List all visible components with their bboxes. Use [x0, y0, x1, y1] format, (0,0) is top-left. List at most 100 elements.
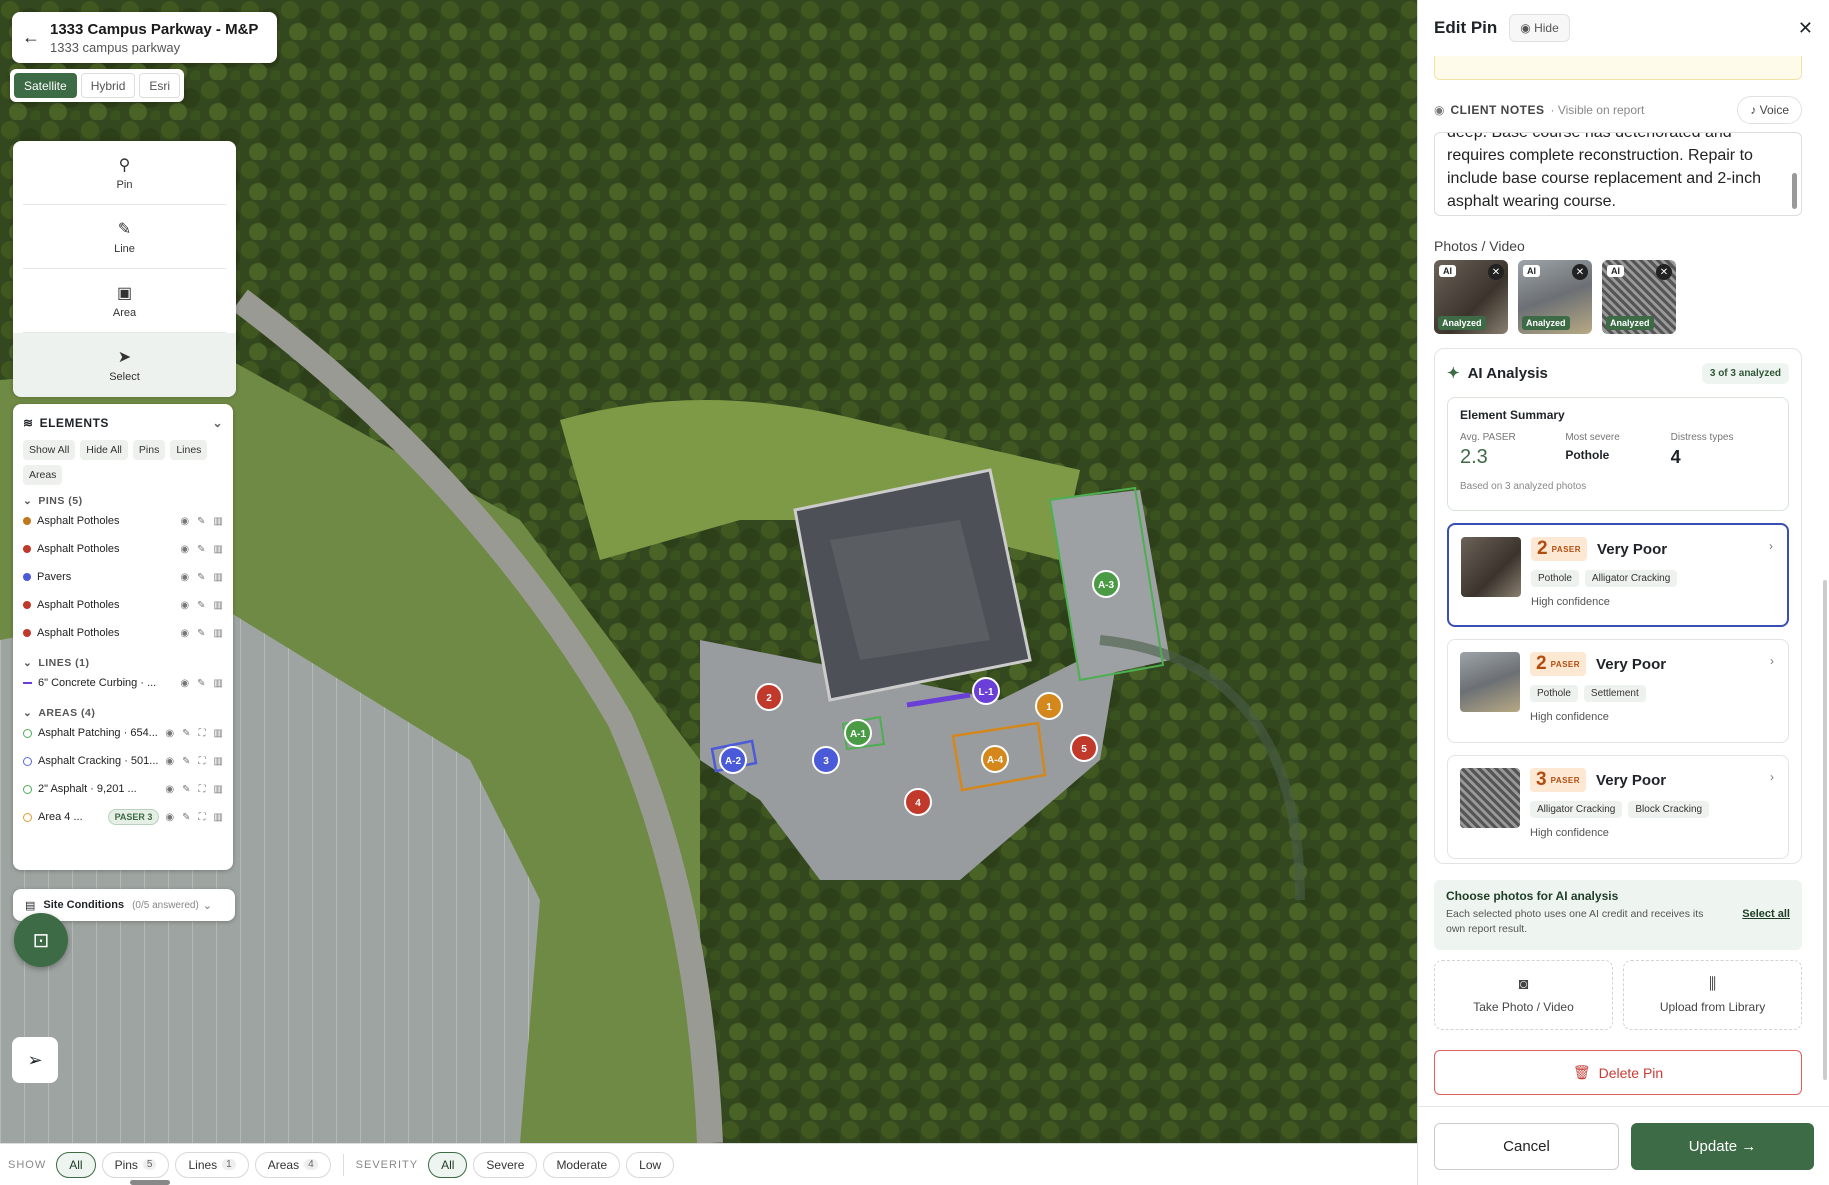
elements-header[interactable]: ≋ ELEMENTS ⌄: [23, 412, 223, 434]
map-type-hybrid[interactable]: Hybrid: [80, 73, 136, 98]
tool-area[interactable]: ▣ Area: [23, 269, 226, 333]
eye-icon[interactable]: ◉: [165, 756, 174, 767]
show-lines-chip[interactable]: Lines 1: [175, 1151, 249, 1178]
ai-assistant-button[interactable]: ⊡: [14, 913, 68, 967]
edit-icon[interactable]: ✎: [197, 572, 205, 583]
trash-icon[interactable]: ▥: [214, 600, 223, 611]
remove-photo-icon[interactable]: ✕: [1572, 264, 1588, 280]
show-all-chip[interactable]: All: [56, 1151, 96, 1178]
locate-button[interactable]: ➢: [12, 1037, 58, 1083]
trash-icon[interactable]: ▥: [214, 728, 223, 739]
map-marker[interactable]: A-4: [981, 745, 1009, 773]
cancel-button[interactable]: Cancel: [1434, 1123, 1619, 1170]
remove-photo-icon[interactable]: ✕: [1656, 264, 1672, 280]
photo-thumbnail[interactable]: AI ✕ Analyzed: [1434, 260, 1508, 334]
trash-icon[interactable]: ▥: [214, 516, 223, 527]
tool-line[interactable]: ✎ Line: [23, 205, 226, 269]
map-marker[interactable]: A-2: [719, 746, 747, 774]
filter-lines[interactable]: Lines: [170, 440, 208, 460]
eye-icon[interactable]: ◉: [180, 678, 189, 689]
photo-thumbnail[interactable]: AI ✕ Analyzed: [1518, 260, 1592, 334]
areas-group-header[interactable]: ⌄ AREAS (4): [23, 707, 223, 719]
line-item[interactable]: 6" Concrete Curbing · ... ◉ ✎ ▥: [23, 669, 223, 697]
pins-group-header[interactable]: ⌄ PINS (5): [23, 495, 223, 507]
voice-button[interactable]: ♪ Voice: [1737, 96, 1802, 124]
trash-icon[interactable]: ▥: [214, 572, 223, 583]
filter-show-all[interactable]: Show All: [23, 440, 76, 460]
severity-severe-chip[interactable]: Severe: [473, 1151, 538, 1178]
close-icon[interactable]: ✕: [1798, 18, 1813, 39]
trash-icon[interactable]: ▥: [214, 784, 223, 795]
trash-icon[interactable]: ▥: [214, 756, 223, 767]
trash-icon[interactable]: ▥: [214, 678, 223, 689]
severity-low-chip[interactable]: Low: [626, 1151, 675, 1178]
remove-photo-icon[interactable]: ✕: [1488, 264, 1504, 280]
analysis-result-card[interactable]: 3 PASER Very Poor Alligator Cracking Block C…: [1447, 755, 1789, 859]
show-pins-chip[interactable]: Pins 5: [101, 1151, 170, 1178]
map-marker[interactable]: A-3: [1092, 570, 1120, 598]
upload-library-button[interactable]: ⫼ Upload from Library: [1623, 960, 1802, 1030]
area-item[interactable]: Asphalt Cracking · 501... ◉ ✎ ⛶ ▥: [23, 747, 223, 775]
ai-checkbox[interactable]: AI: [1607, 265, 1624, 277]
focus-icon[interactable]: ⛶: [199, 784, 206, 795]
area-item[interactable]: 2" Asphalt · 9,201 ... ◉ ✎ ⛶ ▥: [23, 775, 223, 803]
arrow-left-icon[interactable]: ←: [22, 27, 50, 48]
tool-pin[interactable]: ⚲ Pin: [23, 141, 226, 205]
eye-icon[interactable]: ◉: [180, 600, 189, 611]
analysis-result-card[interactable]: 2 PASER Very Poor Pothole Settlement High con…: [1447, 639, 1789, 743]
edit-icon[interactable]: ✎: [197, 600, 205, 611]
map-marker[interactable]: 5: [1070, 734, 1098, 762]
eye-icon[interactable]: ◉: [165, 812, 174, 823]
focus-icon[interactable]: ⛶: [199, 756, 206, 767]
horizontal-scrollbar[interactable]: [130, 1180, 170, 1185]
focus-icon[interactable]: ⛶: [199, 728, 206, 739]
chevron-down-icon[interactable]: ⌄: [212, 416, 223, 430]
edit-icon[interactable]: ✎: [197, 628, 205, 639]
edit-icon[interactable]: ✎: [182, 728, 190, 739]
edit-icon[interactable]: ✎: [197, 544, 205, 555]
trash-icon[interactable]: ▥: [214, 628, 223, 639]
tool-select[interactable]: ➤ Select: [13, 333, 236, 397]
map-type-satellite[interactable]: Satellite: [14, 73, 77, 98]
select-all-link[interactable]: Select all: [1742, 908, 1790, 920]
lines-group-header[interactable]: ⌄ LINES (1): [23, 657, 223, 669]
eye-icon[interactable]: ◉: [165, 728, 174, 739]
delete-pin-button[interactable]: 🗑 Delete Pin: [1434, 1050, 1802, 1095]
eye-icon[interactable]: ◉: [180, 572, 189, 583]
ai-checkbox[interactable]: AI: [1439, 265, 1456, 277]
client-notes-textarea[interactable]: deep. Base course has deteriorated and r…: [1434, 132, 1802, 216]
trash-icon[interactable]: ▥: [214, 544, 223, 555]
pin-item[interactable]: Pavers ◉ ✎ ▥: [23, 563, 223, 591]
take-photo-button[interactable]: ◙ Take Photo / Video: [1434, 960, 1613, 1030]
eye-icon[interactable]: ◉: [180, 544, 189, 555]
pin-item[interactable]: Asphalt Potholes ◉ ✎ ▥: [23, 619, 223, 647]
notes-scrollbar[interactable]: [1792, 173, 1797, 209]
ai-checkbox[interactable]: AI: [1523, 265, 1540, 277]
show-areas-chip[interactable]: Areas 4: [254, 1151, 331, 1178]
severity-moderate-chip[interactable]: Moderate: [543, 1151, 621, 1178]
edit-icon[interactable]: ✎: [197, 678, 205, 689]
area-item[interactable]: Area 4 ... PASER 3 ◉ ✎ ⛶ ▥: [23, 803, 223, 831]
trash-icon[interactable]: ▥: [214, 812, 223, 823]
analysis-result-card[interactable]: 2 PASER Very Poor Pothole Alligator Cracking…: [1447, 523, 1789, 627]
pin-item[interactable]: Asphalt Potholes ◉ ✎ ▥: [23, 591, 223, 619]
severity-all-chip[interactable]: All: [428, 1151, 468, 1178]
filter-hide-all[interactable]: Hide All: [80, 440, 128, 460]
pin-item[interactable]: Asphalt Potholes ◉ ✎ ▥: [23, 535, 223, 563]
eye-icon[interactable]: ◉: [180, 516, 189, 527]
filter-pins[interactable]: Pins: [132, 440, 166, 460]
map-marker[interactable]: 4: [904, 788, 932, 816]
area-item[interactable]: Asphalt Patching · 654... ◉ ✎ ⛶ ▥: [23, 719, 223, 747]
photo-thumbnail[interactable]: AI ✕ Analyzed: [1602, 260, 1676, 334]
panel-scrollbar[interactable]: [1823, 580, 1827, 1080]
map-type-esri[interactable]: Esri: [139, 73, 181, 98]
edit-icon[interactable]: ✎: [182, 812, 190, 823]
map-marker[interactable]: A-1: [844, 719, 872, 747]
pin-item[interactable]: Asphalt Potholes ◉ ✎ ▥: [23, 507, 223, 535]
hide-button[interactable]: ◉ Hide: [1509, 14, 1570, 42]
panel-body[interactable]: ◉ CLIENT NOTES · Visible on report ♪ Voi…: [1418, 56, 1816, 1106]
eye-icon[interactable]: ◉: [165, 784, 174, 795]
eye-icon[interactable]: ◉: [180, 628, 189, 639]
focus-icon[interactable]: ⛶: [199, 812, 206, 823]
map-marker[interactable]: L-1: [972, 677, 1000, 705]
